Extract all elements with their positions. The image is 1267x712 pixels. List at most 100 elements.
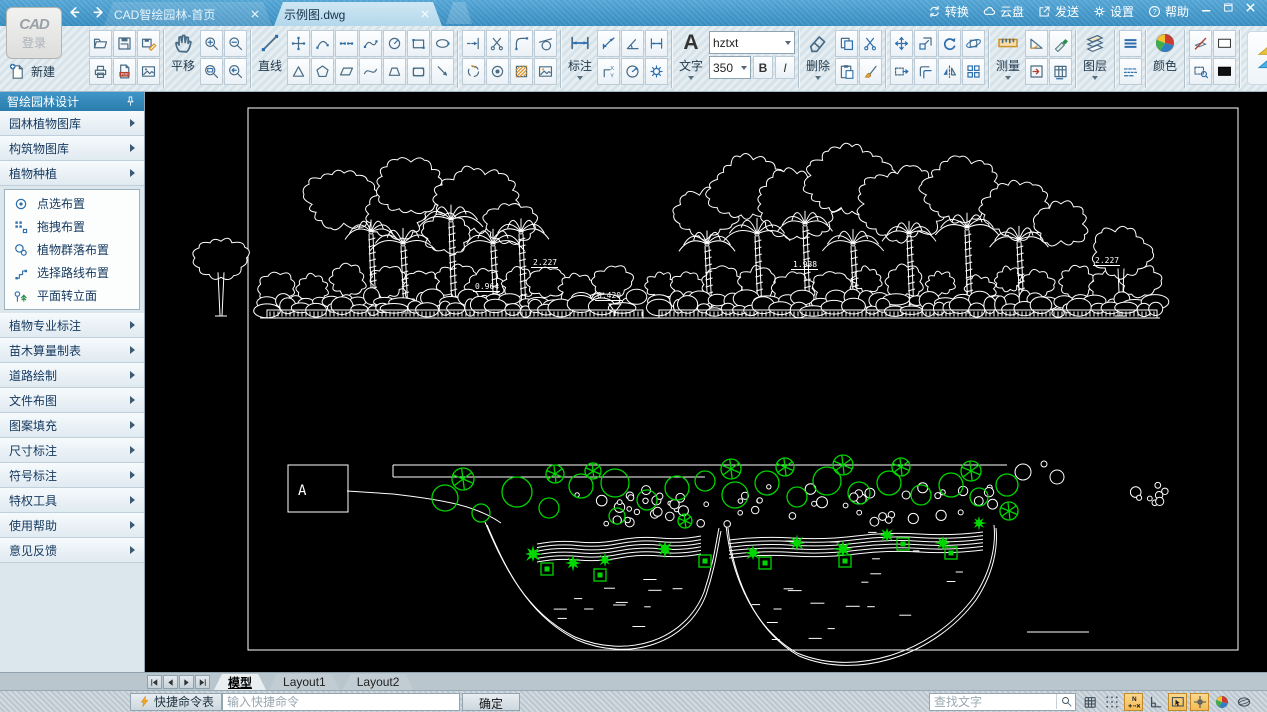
- triangle-button[interactable]: [287, 58, 310, 85]
- dimension-tool[interactable]: 标注: [564, 31, 596, 80]
- move-button[interactable]: [890, 30, 913, 57]
- tab-close-icon[interactable]: [418, 7, 432, 21]
- break-button[interactable]: [462, 58, 485, 85]
- orbit-button[interactable]: [962, 30, 985, 57]
- marker-pen-button[interactable]: [1049, 30, 1072, 57]
- dim-style-button[interactable]: [645, 58, 668, 85]
- find-text-input[interactable]: [930, 694, 1056, 709]
- menu-help[interactable]: ? 帮助: [1147, 3, 1189, 20]
- first-layout-button[interactable]: [147, 675, 162, 689]
- bold-button[interactable]: B: [753, 56, 773, 79]
- copy-button[interactable]: [835, 30, 858, 57]
- trapezoid-button[interactable]: [383, 58, 406, 85]
- export-block-button[interactable]: [1025, 58, 1048, 85]
- sb-cross-toggle[interactable]: [1190, 692, 1209, 711]
- scale-button[interactable]: [914, 30, 937, 57]
- prev-layout-button[interactable]: [163, 675, 178, 689]
- text-tool[interactable]: A 文字: [675, 31, 707, 80]
- mirror-button[interactable]: [938, 58, 961, 85]
- document-tab[interactable]: 示例图.dwg: [274, 2, 442, 26]
- ordinate-dim-button[interactable]: XY: [597, 58, 620, 85]
- protractor-button[interactable]: [1025, 30, 1048, 57]
- print-button[interactable]: [89, 58, 112, 85]
- aligned-dim-button[interactable]: [597, 30, 620, 57]
- sidebar-item[interactable]: 使用帮助: [0, 513, 144, 538]
- angular-dim-button[interactable]: [621, 30, 644, 57]
- submenu-item[interactable]: 点选布置: [5, 192, 139, 215]
- sidebar-item[interactable]: 构筑物图库: [0, 136, 144, 161]
- multiline-button[interactable]: [287, 30, 310, 57]
- radius-dim-button[interactable]: [621, 58, 644, 85]
- parallelogram-button[interactable]: [335, 58, 358, 85]
- ok-button[interactable]: 确定: [462, 692, 521, 711]
- drawing-canvas[interactable]: 0.964 2.227 0.420 1.938 2.227 A: [145, 92, 1267, 672]
- layout-tab[interactable]: 模型: [214, 674, 266, 690]
- submenu-item[interactable]: 拖拽布置: [5, 215, 139, 238]
- array-button[interactable]: [962, 58, 985, 85]
- submenu-item[interactable]: 平面转立面: [5, 284, 139, 307]
- italic-button[interactable]: I: [775, 56, 795, 79]
- export-image-button[interactable]: [137, 58, 160, 85]
- segment-button[interactable]: [335, 30, 358, 57]
- open-button[interactable]: [89, 30, 112, 57]
- layers-tool[interactable]: 图层: [1079, 31, 1111, 80]
- font-select[interactable]: hztxt: [709, 31, 795, 54]
- font-size-select[interactable]: 350: [709, 56, 751, 79]
- layer-off-button[interactable]: [1189, 30, 1212, 57]
- save-button[interactable]: [113, 30, 136, 57]
- save-as-button[interactable]: [137, 30, 160, 57]
- polygon-button[interactable]: [311, 58, 334, 85]
- menu-settings[interactable]: 设置: [1092, 3, 1134, 20]
- login-button[interactable]: CAD 登录: [6, 7, 62, 59]
- new-tab-button[interactable]: [446, 2, 472, 24]
- color-wheel-toggle[interactable]: [1212, 693, 1231, 711]
- arc-button[interactable]: [311, 30, 334, 57]
- submenu-item[interactable]: 选择路线布置: [5, 261, 139, 284]
- zoom-previous-button[interactable]: [224, 58, 247, 85]
- pin-icon[interactable]: [124, 95, 137, 108]
- sidebar-item[interactable]: 苗木算量制表: [0, 338, 144, 363]
- donut-button[interactable]: [486, 58, 509, 85]
- painter-button[interactable]: [859, 58, 882, 85]
- sidebar-item[interactable]: 道路绘制: [0, 363, 144, 388]
- zoom-window-button[interactable]: [200, 58, 223, 85]
- white-swatch-button[interactable]: [1213, 30, 1236, 57]
- sidebar-item[interactable]: 特权工具: [0, 488, 144, 513]
- export-table-button[interactable]: [1049, 58, 1072, 85]
- sidebar-item[interactable]: 图案填充: [0, 413, 144, 438]
- document-tab[interactable]: CAD智绘园林-首页: [104, 2, 272, 26]
- layout-tab[interactable]: Layout2: [343, 674, 414, 690]
- line-tool[interactable]: 直线: [254, 31, 286, 74]
- ellipse-tool-button[interactable]: [431, 30, 454, 57]
- leader-arrow-button[interactable]: [431, 58, 454, 85]
- hand-tool[interactable]: 平移: [167, 31, 199, 74]
- insert-image-button[interactable]: [534, 58, 557, 85]
- tangent-button[interactable]: [534, 30, 557, 57]
- last-layout-button[interactable]: [195, 675, 210, 689]
- paste-button[interactable]: [835, 58, 858, 85]
- menu-send[interactable]: 发送: [1037, 3, 1079, 20]
- sidebar-item[interactable]: 文件布图: [0, 388, 144, 413]
- zoom-out-button[interactable]: [224, 30, 247, 57]
- layout-tab[interactable]: Layout1: [269, 674, 340, 690]
- linetype-button[interactable]: [1119, 30, 1142, 57]
- sidebar-item[interactable]: 园林植物图库: [0, 111, 144, 136]
- command-input[interactable]: [222, 692, 461, 711]
- extend-button[interactable]: [462, 30, 485, 57]
- submenu-item[interactable]: 植物群落布置: [5, 238, 139, 261]
- back-icon[interactable]: [66, 4, 83, 21]
- circle-tool-button[interactable]: [383, 30, 406, 57]
- quick-command-button[interactable]: 快捷命令表: [130, 692, 223, 711]
- zoom-in-button[interactable]: [200, 30, 223, 57]
- close-button[interactable]: [1244, 1, 1257, 14]
- trim-button[interactable]: [486, 30, 509, 57]
- dashes-button[interactable]: [1119, 58, 1142, 85]
- rounded-rect-button[interactable]: [407, 58, 430, 85]
- sb-grid-toggle[interactable]: [1080, 693, 1099, 711]
- offset-button[interactable]: [914, 58, 937, 85]
- next-layout-button[interactable]: [179, 675, 194, 689]
- stretch-button[interactable]: [890, 58, 913, 85]
- fillet-button[interactable]: [510, 30, 533, 57]
- sb-sphere-toggle[interactable]: [1234, 693, 1253, 711]
- color-wheel-tool[interactable]: 颜色: [1149, 31, 1181, 74]
